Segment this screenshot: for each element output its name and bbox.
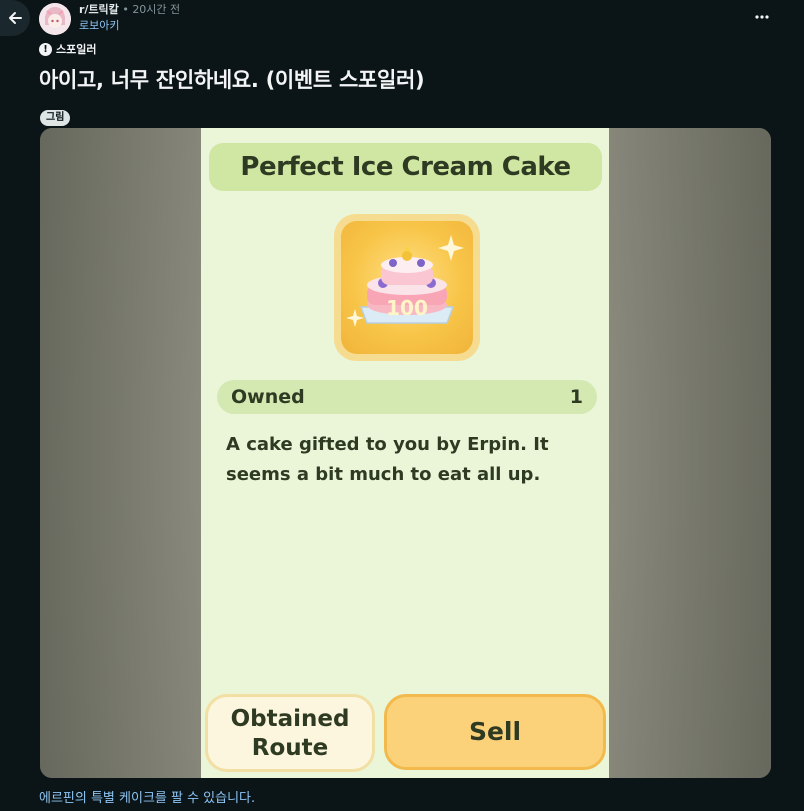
sell-button[interactable]: Sell (384, 694, 606, 770)
post-time: 20시간 전 (132, 3, 181, 16)
game-item-screen: Perfect Ice Cream Cake 100 Owned 1 A cak… (201, 128, 609, 778)
media-type-badge: 그림 (40, 110, 71, 126)
cake-number: 100 (386, 296, 428, 320)
subreddit-avatar[interactable] (39, 3, 71, 35)
image-blur-left (40, 128, 201, 778)
owned-row: Owned 1 (217, 380, 597, 414)
post-meta: r/트릭칼 • 20시간 전 로보아키 (79, 3, 180, 33)
post-caption: 에르핀의 특별 케이크를 팔 수 있습니다. (39, 791, 256, 806)
more-options-button[interactable] (753, 8, 771, 26)
post-image[interactable]: Perfect Ice Cream Cake 100 Owned 1 A cak… (40, 128, 771, 778)
post-title: 아이고, 너무 잔인하네요. (이벤트 스포일러) (39, 68, 425, 92)
author-link[interactable]: 로보아키 (79, 19, 180, 33)
meta-separator: • (122, 3, 129, 16)
image-blur-right (609, 128, 771, 778)
alert-icon: ! (39, 42, 52, 56)
arrow-left-icon (9, 12, 22, 24)
cake-icon (341, 221, 473, 354)
item-name: Perfect Ice Cream Cake (209, 143, 602, 191)
subreddit-link[interactable]: r/트릭칼 (79, 3, 119, 16)
item-icon-frame (334, 214, 480, 361)
spoiler-label: 스포일러 (56, 43, 97, 56)
owned-label: Owned (231, 386, 305, 408)
owned-count: 1 (569, 386, 583, 408)
back-button[interactable] (0, 0, 30, 36)
more-horizontal-icon (755, 15, 769, 19)
item-description: A cake gifted to you by Erpin. It seems … (226, 434, 549, 485)
obtained-route-button[interactable]: Obtained Route (205, 694, 375, 772)
spoiler-tag: ! 스포일러 (39, 41, 96, 57)
